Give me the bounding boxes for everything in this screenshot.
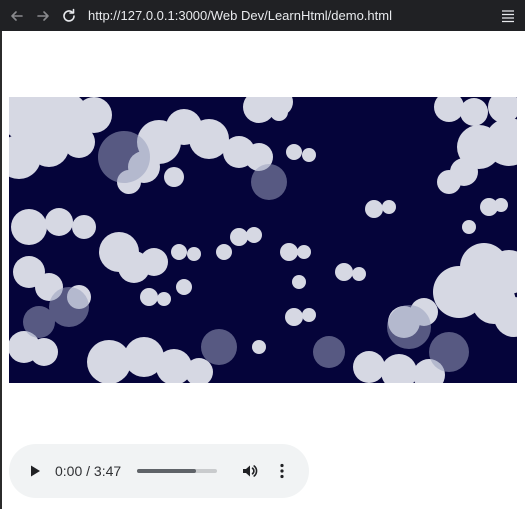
more-options-button[interactable] — [273, 460, 291, 482]
play-icon — [31, 465, 40, 477]
back-arrow-icon — [11, 10, 23, 21]
forward-arrow-icon — [37, 10, 49, 21]
reload-button[interactable] — [58, 5, 80, 27]
seek-progress — [137, 469, 196, 473]
audio-player: 0:00 / 3:47 — [9, 444, 309, 498]
video-player[interactable] — [9, 97, 517, 383]
play-button[interactable] — [25, 461, 45, 481]
time-display: 0:00 / 3:47 — [55, 463, 122, 479]
address-bar[interactable]: http://127.0.0.1:3000/Web Dev/LearnHtml/… — [88, 8, 497, 23]
back-button[interactable] — [6, 5, 28, 27]
reload-icon — [63, 8, 75, 22]
menu-icon — [502, 9, 514, 22]
cloud-scene-image — [9, 97, 517, 383]
browser-toolbar: http://127.0.0.1:3000/Web Dev/LearnHtml/… — [0, 0, 525, 31]
volume-button[interactable] — [239, 460, 261, 482]
volume-icon — [243, 465, 258, 477]
window-edge — [0, 31, 2, 509]
seek-slider[interactable] — [137, 469, 218, 473]
more-options-icon — [280, 463, 284, 479]
forward-button[interactable] — [32, 5, 54, 27]
menu-button[interactable] — [497, 5, 519, 27]
